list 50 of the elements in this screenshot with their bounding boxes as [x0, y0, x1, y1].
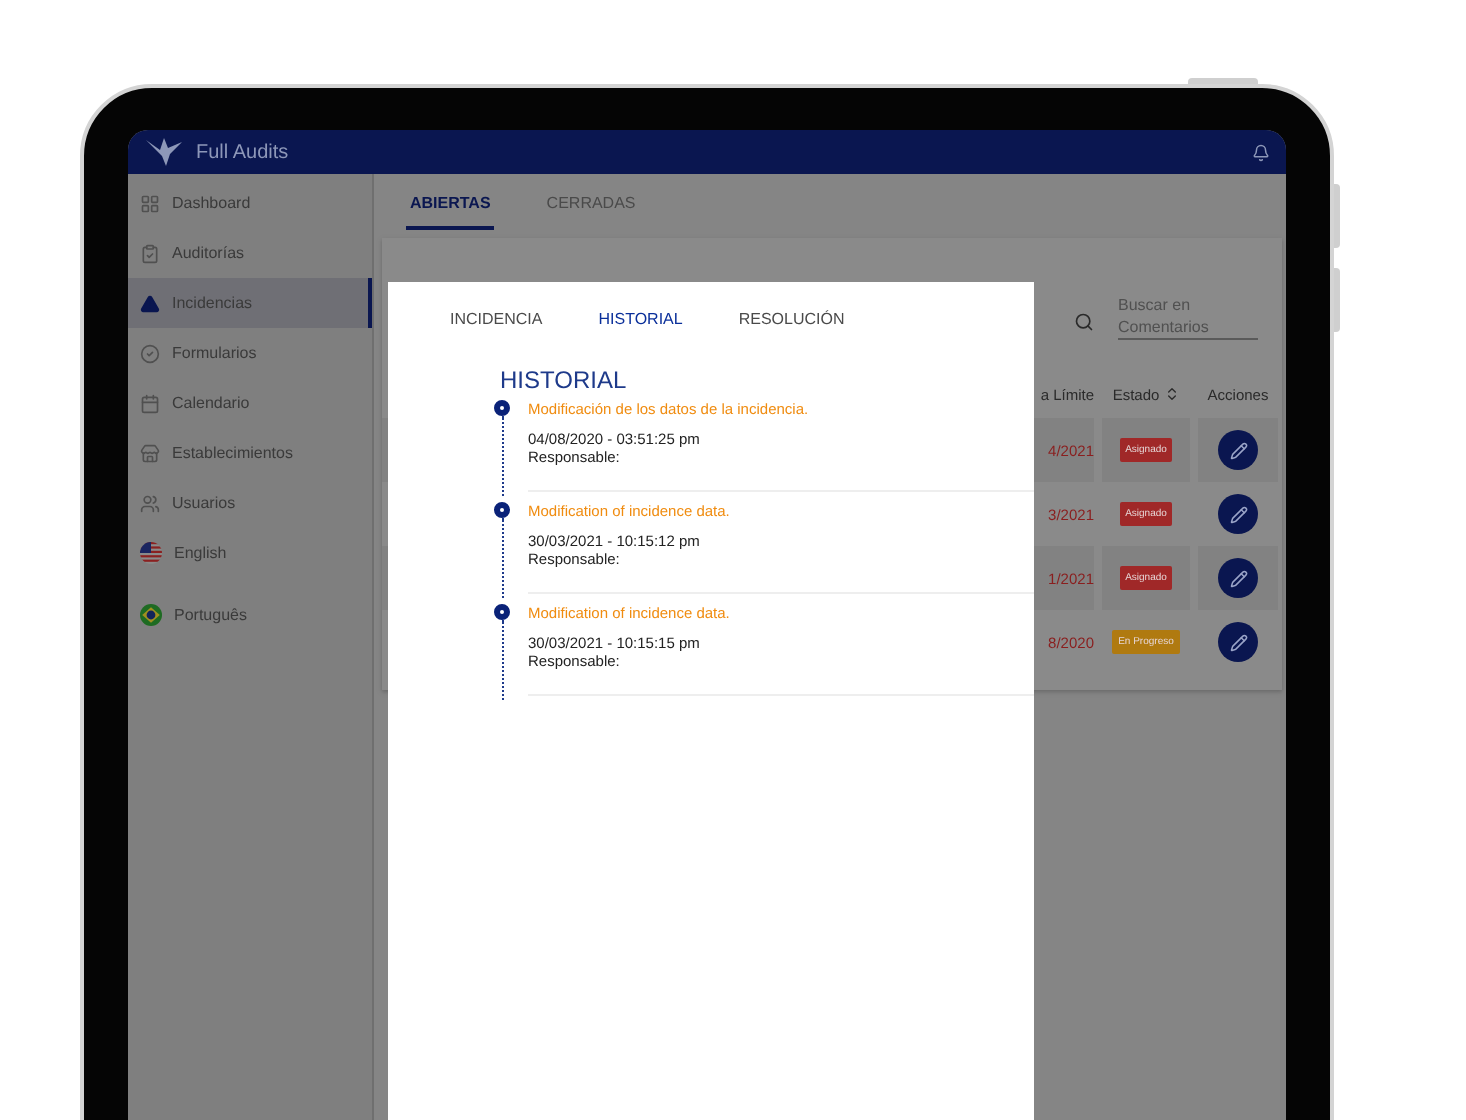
dialog-tab[interactable]: INCIDENCIA: [450, 308, 543, 330]
edit-button[interactable]: [1218, 494, 1258, 534]
pencil-icon: [1229, 441, 1247, 459]
sidebar-item[interactable]: Auditorías: [128, 228, 372, 278]
bird-logo-icon: [144, 136, 184, 168]
menu-icon: [140, 193, 160, 213]
sidebar-label: Incidencias: [172, 294, 253, 312]
sidebar-label: Establecimientos: [172, 444, 293, 462]
menu-icon: [140, 243, 160, 263]
menu-icon: [140, 493, 160, 513]
menu-icon: [140, 343, 160, 363]
search-icon[interactable]: [1074, 312, 1094, 332]
dialog-tab[interactable]: RESOLUCIÓN: [738, 308, 845, 330]
edit-button[interactable]: [1218, 558, 1258, 598]
pencil-icon: [1229, 633, 1247, 651]
sidebar-item[interactable]: Establecimientos: [128, 428, 372, 478]
edit-button[interactable]: [1218, 430, 1258, 470]
sidebar-label: English: [174, 544, 227, 562]
sidebar-label: Dashboard: [172, 194, 251, 212]
sidebar-label: Português: [174, 606, 247, 624]
sidebar-label: Calendario: [172, 394, 250, 412]
pencil-icon: [1229, 505, 1247, 523]
sidebar-item[interactable]: Português: [128, 590, 372, 640]
timeline-dot: [494, 502, 510, 518]
dialog-tab[interactable]: HISTORIAL: [598, 308, 683, 330]
menu-icon: [140, 443, 160, 463]
sidebar-item[interactable]: Calendario: [128, 378, 372, 428]
sidebar-label: Usuarios: [172, 494, 236, 512]
sidebar-item[interactable]: Usuarios: [128, 478, 372, 528]
menu-icon: [140, 393, 160, 413]
sidebar-item[interactable]: Incidencias: [128, 278, 372, 328]
search-field[interactable]: Buscar en Comentarios: [1118, 294, 1258, 340]
edit-button[interactable]: [1218, 622, 1258, 662]
pencil-icon: [1229, 569, 1247, 587]
flag-icon: [140, 542, 162, 564]
bell-icon[interactable]: [1252, 143, 1270, 161]
app-title: Full Audits: [196, 141, 291, 163]
flag-icon: [140, 604, 162, 626]
sidebar-label: Formularios: [172, 344, 257, 362]
tab[interactable]: ABIERTAS: [406, 194, 495, 230]
timeline-dot: [494, 604, 510, 620]
tab[interactable]: CERRADAS: [542, 194, 640, 230]
dialog-title: HISTORIAL: [500, 366, 629, 394]
sort-icon[interactable]: [1163, 386, 1180, 402]
menu-icon: [140, 293, 160, 313]
sidebar-item[interactable]: Dashboard: [128, 178, 372, 228]
sidebar-item[interactable]: English: [128, 528, 372, 578]
sidebar-label: Auditorías: [172, 244, 245, 262]
sidebar-item[interactable]: Formularios: [128, 328, 372, 378]
timeline-dot: [494, 400, 510, 416]
